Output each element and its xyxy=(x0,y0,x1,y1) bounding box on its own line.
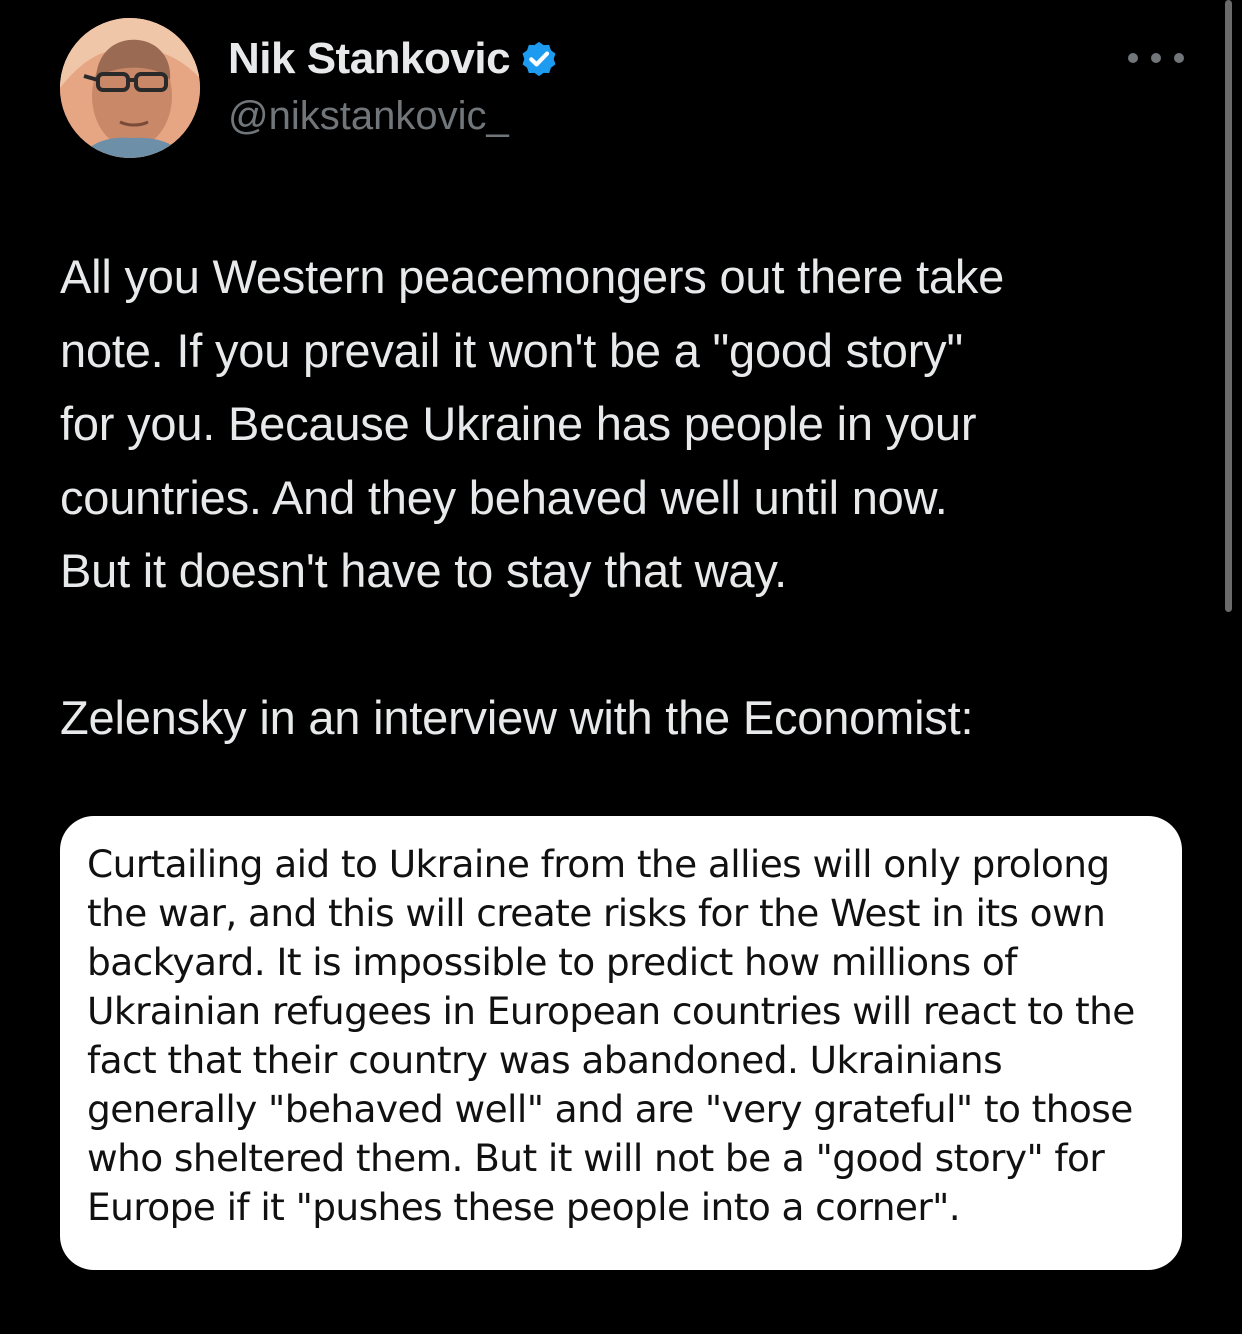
tweet-image-text: Curtailing aid to Ukraine from the allie… xyxy=(87,842,1135,1229)
tweet-image[interactable]: Curtailing aid to Ukraine from the allie… xyxy=(60,816,1182,1270)
verified-badge-icon xyxy=(522,41,556,77)
profile-photo xyxy=(60,18,200,158)
scrollbar[interactable] xyxy=(1225,0,1232,612)
more-dot xyxy=(1151,53,1161,63)
more-dot xyxy=(1128,53,1138,63)
author-display-name[interactable]: Nik Stankovic xyxy=(228,34,511,84)
avatar[interactable] xyxy=(60,18,200,158)
author-handle[interactable]: @nikstankovic_ xyxy=(228,94,509,139)
more-dot xyxy=(1174,53,1184,63)
tweet-text: All you Western peacemongers out there t… xyxy=(60,250,1005,744)
author-name-row[interactable]: Nik Stankovic xyxy=(228,34,560,84)
more-options-icon[interactable] xyxy=(1128,40,1184,76)
